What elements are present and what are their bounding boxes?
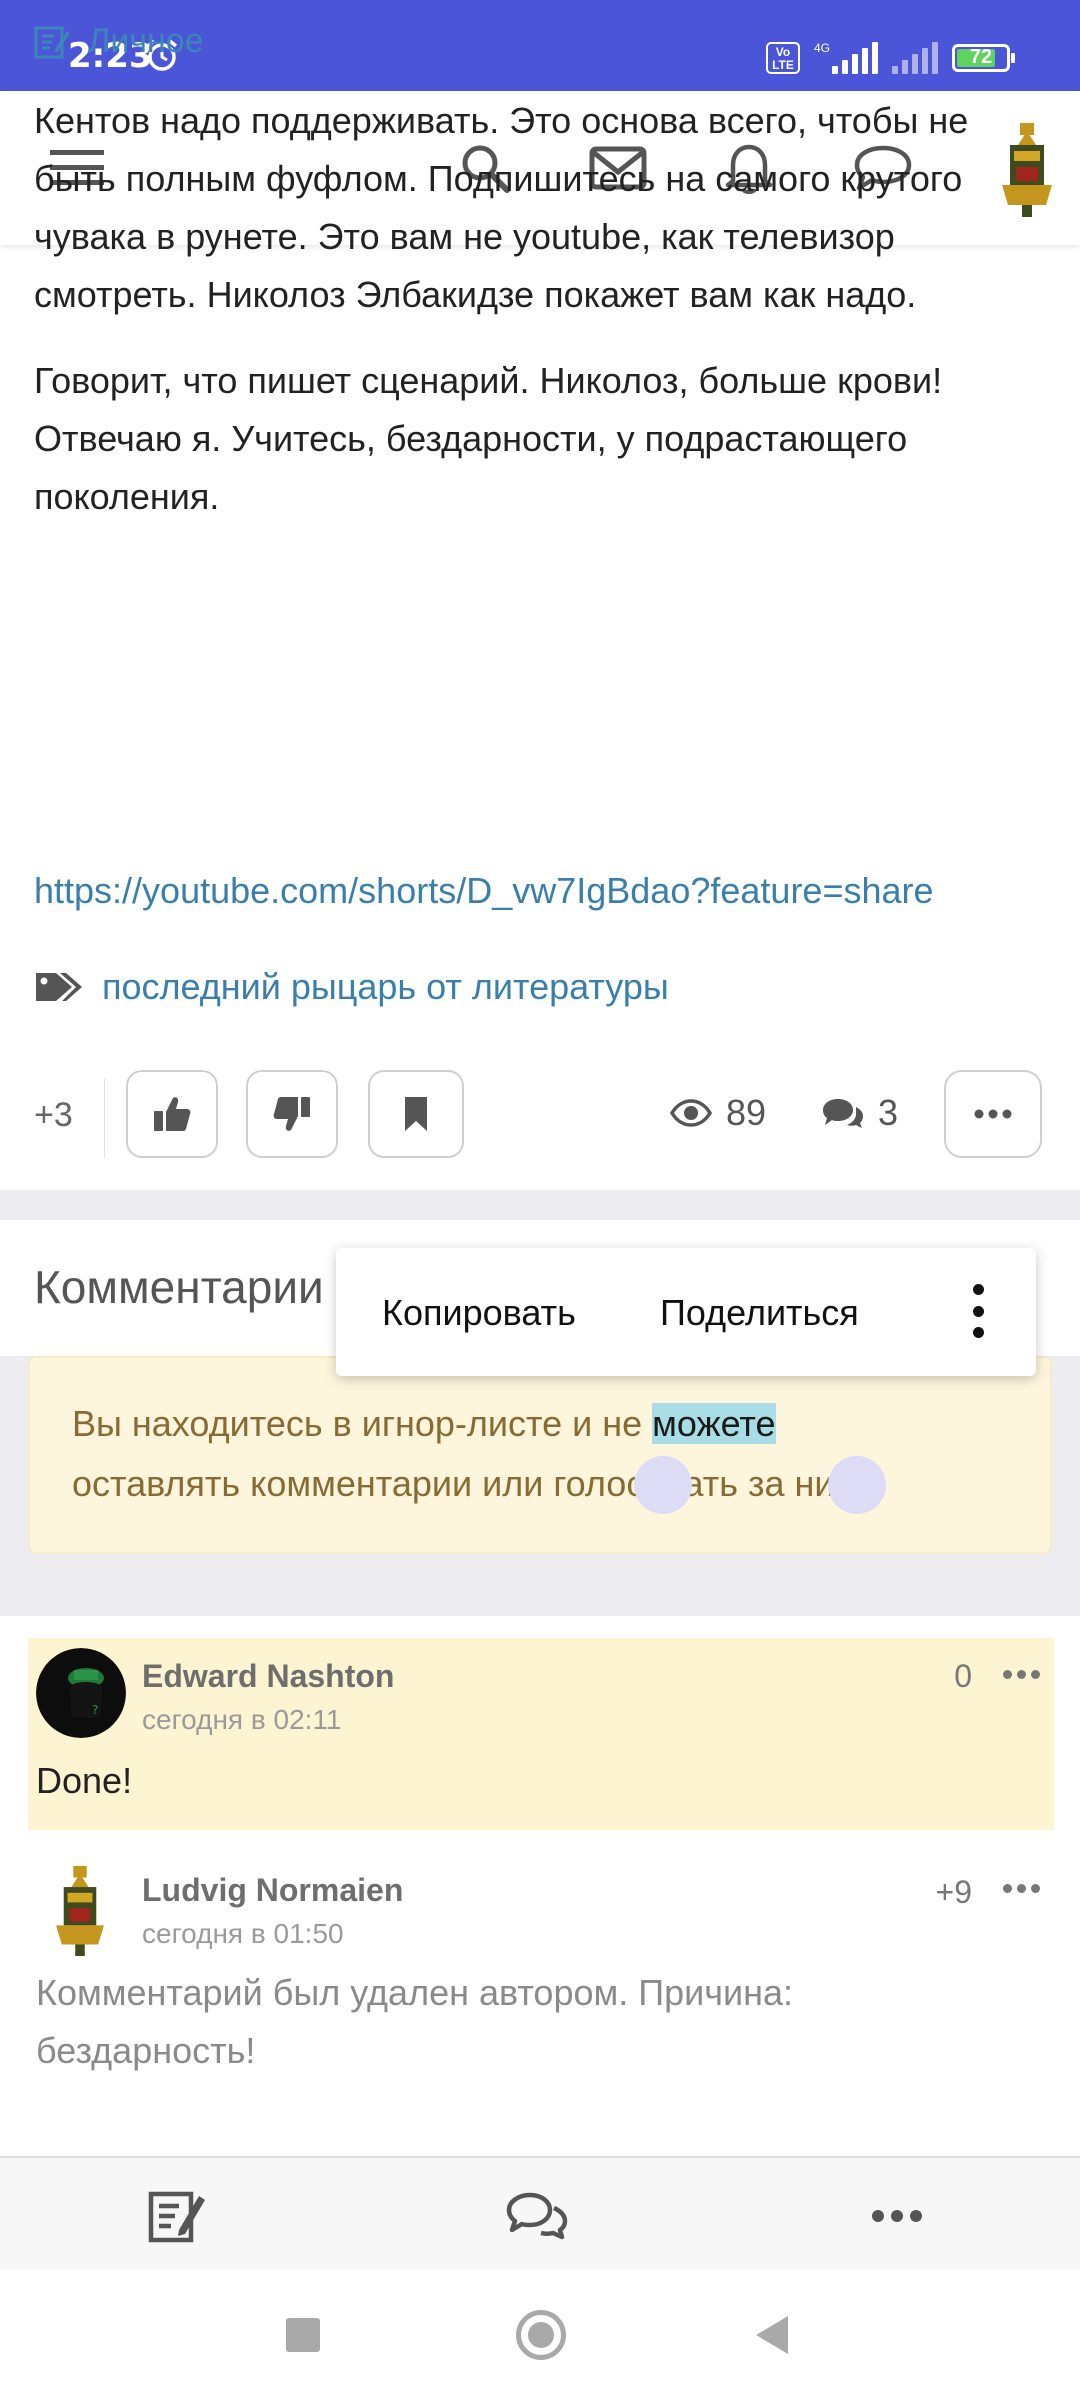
comment-more-icon[interactable] <box>1003 1670 1040 1679</box>
signal-icon-sim2 <box>892 42 938 74</box>
comment-text: Done! <box>36 1760 133 1801</box>
comments-count: 3 <box>878 1092 899 1133</box>
recent-apps-icon[interactable] <box>286 2318 320 2352</box>
home-icon[interactable] <box>516 2310 566 2360</box>
downvote-button[interactable] <box>246 1070 338 1158</box>
comment-time: сегодня в 01:50 <box>142 1918 344 1949</box>
ignore-notice: Вы находитесь в игнор-листе и не можете … <box>28 1356 1052 1554</box>
post-paragraph: Кентов надо поддерживать. Это основа все… <box>34 100 969 315</box>
section-divider <box>0 1190 1080 1220</box>
comment-avatar[interactable] <box>50 1866 110 1956</box>
svg-text:?: ? <box>92 1703 98 1717</box>
notice-text: Вы находитесь в игнор-листе и не можете … <box>72 1403 863 1504</box>
post-link[interactable]: https://youtube.com/shorts/D_vw7IgBdao?f… <box>34 870 934 912</box>
comments-stat[interactable]: 3 <box>822 1092 898 1134</box>
notice-container: Вы находитесь в игнор-листе и не можете … <box>0 1356 1080 1616</box>
more-icon <box>974 1109 1012 1119</box>
upvote-button[interactable] <box>126 1070 218 1158</box>
selected-text[interactable]: можете <box>652 1403 776 1444</box>
network-type: 4G <box>813 41 830 55</box>
selection-handle-left[interactable] <box>634 1456 692 1514</box>
comments-title: Комментарии <box>34 1261 324 1313</box>
share-menu-item[interactable]: Поделиться <box>660 1292 859 1334</box>
bookmark-icon <box>405 1097 427 1131</box>
thumbs-down-icon <box>273 1097 310 1131</box>
thumbs-up-icon <box>154 1097 191 1131</box>
comment-more-icon[interactable] <box>1003 1884 1040 1893</box>
comment-item: ? Edward Nashton сегодня в 02:11 0 Done! <box>28 1638 1054 1830</box>
selection-handle-right[interactable] <box>828 1456 886 1514</box>
comment-time: сегодня в 02:11 <box>142 1704 342 1735</box>
post-actions: +3 89 3 <box>0 1070 1080 1162</box>
comment-item: Ludvig Normaien сегодня в 01:50 +9 Комме… <box>28 1862 1054 2102</box>
more-icon[interactable] <box>862 2184 932 2248</box>
post-paragraph: Говорит, что пишет сценарий. Николоз, бо… <box>34 360 943 517</box>
more-options-icon[interactable] <box>972 1284 984 1338</box>
eye-icon <box>670 1099 712 1127</box>
signal-icon <box>832 42 878 74</box>
bottom-tab-bar <box>0 2156 1080 2270</box>
comment-score: 0 <box>954 1658 972 1694</box>
post-category[interactable]: Личное <box>34 22 204 61</box>
post-tag[interactable]: последний рыцарь от литературы <box>34 966 669 1008</box>
tag-label: последний рыцарь от литературы <box>102 966 669 1007</box>
selection-context-menu: Копировать Поделиться <box>336 1248 1036 1376</box>
discussions-icon[interactable] <box>502 2184 572 2248</box>
views-stat: 89 <box>670 1092 766 1134</box>
back-icon[interactable] <box>756 2316 788 2354</box>
battery-icon: 72 <box>952 44 1015 72</box>
divider <box>104 1078 105 1158</box>
tags-icon <box>36 973 82 1001</box>
views-count: 89 <box>726 1092 767 1133</box>
system-nav-bar <box>0 2270 1080 2400</box>
comment-text: Комментарий был удален автором. Причина:… <box>36 1972 794 2071</box>
comment-score: +9 <box>935 1874 972 1910</box>
post-rating: +3 <box>34 1096 73 1134</box>
category-label: Личное <box>88 22 204 60</box>
comment-author[interactable]: Ludvig Normaien <box>142 1872 403 1909</box>
comment-avatar[interactable]: ? <box>36 1648 126 1738</box>
post-body: Кентов надо поддерживать. Это основа все… <box>34 92 1049 554</box>
post-more-button[interactable] <box>944 1070 1042 1158</box>
edit-note-icon <box>34 26 70 58</box>
comments-icon <box>823 1099 863 1128</box>
new-post-icon[interactable] <box>142 2184 212 2248</box>
copy-menu-item[interactable]: Копировать <box>382 1292 576 1334</box>
bookmark-button[interactable] <box>368 1070 464 1158</box>
volte-icon: Vo LTE <box>765 42 800 74</box>
comment-author[interactable]: Edward Nashton <box>142 1658 394 1695</box>
